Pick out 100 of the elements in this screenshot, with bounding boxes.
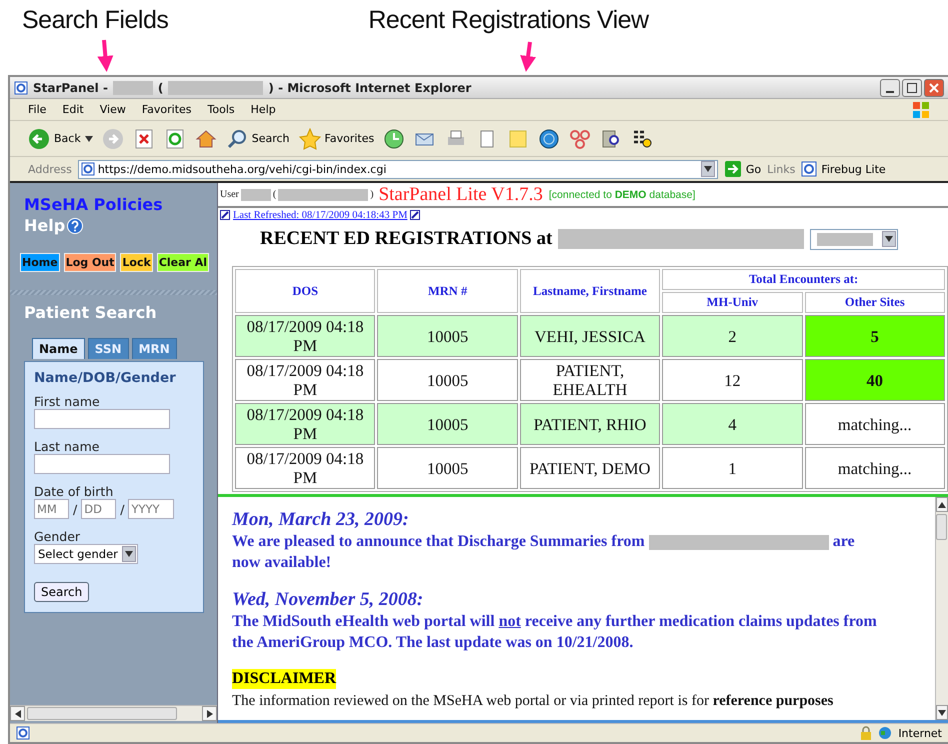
link-icon	[410, 210, 420, 220]
search-tab[interactable]: Name	[32, 338, 85, 359]
star-icon	[298, 128, 321, 150]
input-field[interactable]	[34, 409, 170, 429]
refresh-link[interactable]: Last Refreshed: 08/17/2009 04:18:43 PM	[233, 210, 408, 220]
section-title: Patient Search	[24, 303, 158, 322]
table-cell: 40	[804, 359, 945, 401]
column-header: Total Encounters at:	[662, 269, 945, 290]
right-arrow-icon	[206, 710, 212, 718]
gender-select[interactable]: Select gender	[34, 544, 138, 564]
table-cell: 08/17/2009 04:18 PM	[235, 403, 376, 445]
table-cell: PATIENT, EHEALTH	[520, 359, 660, 401]
table-cell: 1	[662, 447, 803, 489]
app-version: StarPanel Lite V1.7.3	[378, 184, 543, 206]
page-heading: RECENT ED REGISTRATIONS at	[260, 228, 552, 250]
menu-item[interactable]: Help	[250, 103, 276, 116]
address-label: Address	[28, 162, 72, 176]
minimize-icon	[886, 90, 894, 92]
table-cell: 08/17/2009 04:18 PM	[235, 447, 376, 489]
field-label: Last name	[34, 439, 100, 454]
menu-item[interactable]: Favorites	[142, 103, 192, 116]
panel-heading: Name/DOB/Gender	[34, 370, 177, 386]
column-header: MH-Univ	[662, 292, 803, 313]
maximize-icon	[907, 82, 917, 92]
favorites-button[interactable]: Favorites	[298, 128, 374, 150]
nav-button[interactable]: Lock	[120, 253, 153, 272]
table-cell: 08/17/2009 04:18 PM	[235, 315, 376, 357]
nav-button[interactable]: Home	[20, 253, 60, 272]
window-title: ) - Microsoft Internet Explorer	[268, 80, 472, 94]
column-header: MRN #	[377, 269, 518, 313]
news-text: The MidSouth eHealth web portal will not receive any further medication claims updates from the AmeriGroup MCO. The last update was on 10/21/2008.	[232, 612, 878, 653]
link-item[interactable]: Firebug Lite	[801, 161, 886, 177]
date-field[interactable]: YYYY	[128, 499, 174, 519]
caret-icon	[84, 136, 93, 142]
globe-icon	[878, 726, 892, 740]
menu-item[interactable]: View	[100, 103, 126, 116]
connection-status: [connected to DEMO database]	[548, 188, 696, 200]
scroll-thumb[interactable]	[936, 514, 947, 540]
table-cell: 5	[804, 315, 945, 357]
page-icon	[80, 162, 95, 176]
link-icon	[220, 210, 230, 220]
left-arrow-icon	[14, 710, 20, 718]
caret-icon	[125, 551, 133, 557]
refresh-icon[interactable]	[164, 128, 186, 150]
search-button[interactable]: Search	[226, 128, 290, 150]
scroll-right-button[interactable]	[202, 706, 217, 721]
table-cell: 10005	[377, 315, 518, 357]
table-cell: 2	[662, 315, 803, 357]
menu-item[interactable]: Tools	[208, 103, 235, 116]
paren-text: )	[370, 189, 374, 200]
search-button[interactable]: Search	[34, 582, 90, 602]
annotation-label: Search Fields	[22, 6, 168, 35]
menu-item[interactable]: File	[28, 103, 46, 116]
menu-item[interactable]: Edit	[62, 103, 84, 116]
address-field[interactable]: https://demo.midsoutheha.org/vehi/cgi-bin/index.cgi	[78, 160, 718, 178]
nav-button[interactable]: Clear Al	[156, 253, 210, 272]
back-button[interactable]: Back	[28, 128, 93, 150]
table-cell: 10005	[377, 359, 518, 401]
table-cell: VEHI, JESSICA	[520, 315, 660, 357]
minimize-button[interactable]	[880, 78, 900, 96]
date-field[interactable]: MM	[34, 499, 69, 519]
caret-icon	[885, 236, 894, 242]
scroll-thumb[interactable]	[27, 707, 177, 720]
column-header: Other Sites	[804, 292, 945, 313]
globe-icon[interactable]	[538, 128, 560, 150]
window-title: StarPanel -	[33, 80, 108, 94]
maximize-button[interactable]	[902, 78, 922, 96]
browser-icon	[14, 80, 28, 94]
disclaimer-text: The information reviewed on the MSeHA web portal or via printed report is for reference purposes	[232, 693, 834, 710]
scroll-up-button[interactable]	[936, 497, 948, 512]
windows-logo-icon	[912, 100, 930, 118]
search-icon	[226, 128, 248, 150]
lock-icon	[860, 726, 872, 740]
stop-icon[interactable]	[132, 128, 155, 150]
scroll-down-button[interactable]	[936, 705, 948, 720]
links-label: Links	[767, 162, 796, 176]
close-icon	[929, 82, 939, 92]
history-icon[interactable]	[383, 128, 406, 150]
paren-text: (	[272, 189, 276, 200]
table-cell: 10005	[377, 403, 518, 445]
user-label: User	[220, 189, 239, 200]
go-button[interactable]: Go	[724, 160, 762, 178]
table-cell: 08/17/2009 04:18 PM	[235, 359, 376, 401]
nav-button[interactable]: Log Out	[64, 253, 116, 272]
news-text: We are pleased to announce that Discharge Summaries from are now available!	[232, 532, 856, 573]
table-cell: 10005	[377, 447, 518, 489]
scroll-left-button[interactable]	[10, 706, 25, 721]
date-field[interactable]: DD	[81, 499, 116, 519]
location-select[interactable]	[810, 228, 898, 250]
column-header: DOS	[235, 269, 376, 313]
zone-label: Internet	[898, 726, 942, 740]
annotation-label: Recent Registrations View	[368, 6, 649, 35]
close-button[interactable]	[924, 78, 944, 96]
input-field[interactable]	[34, 454, 170, 474]
table-cell: PATIENT, DEMO	[520, 447, 660, 489]
page-icon	[801, 161, 818, 177]
table-cell: matching...	[804, 447, 945, 489]
column-header: Lastname, Firstname	[520, 269, 660, 313]
help-icon	[67, 218, 84, 234]
home-icon[interactable]	[194, 128, 217, 150]
